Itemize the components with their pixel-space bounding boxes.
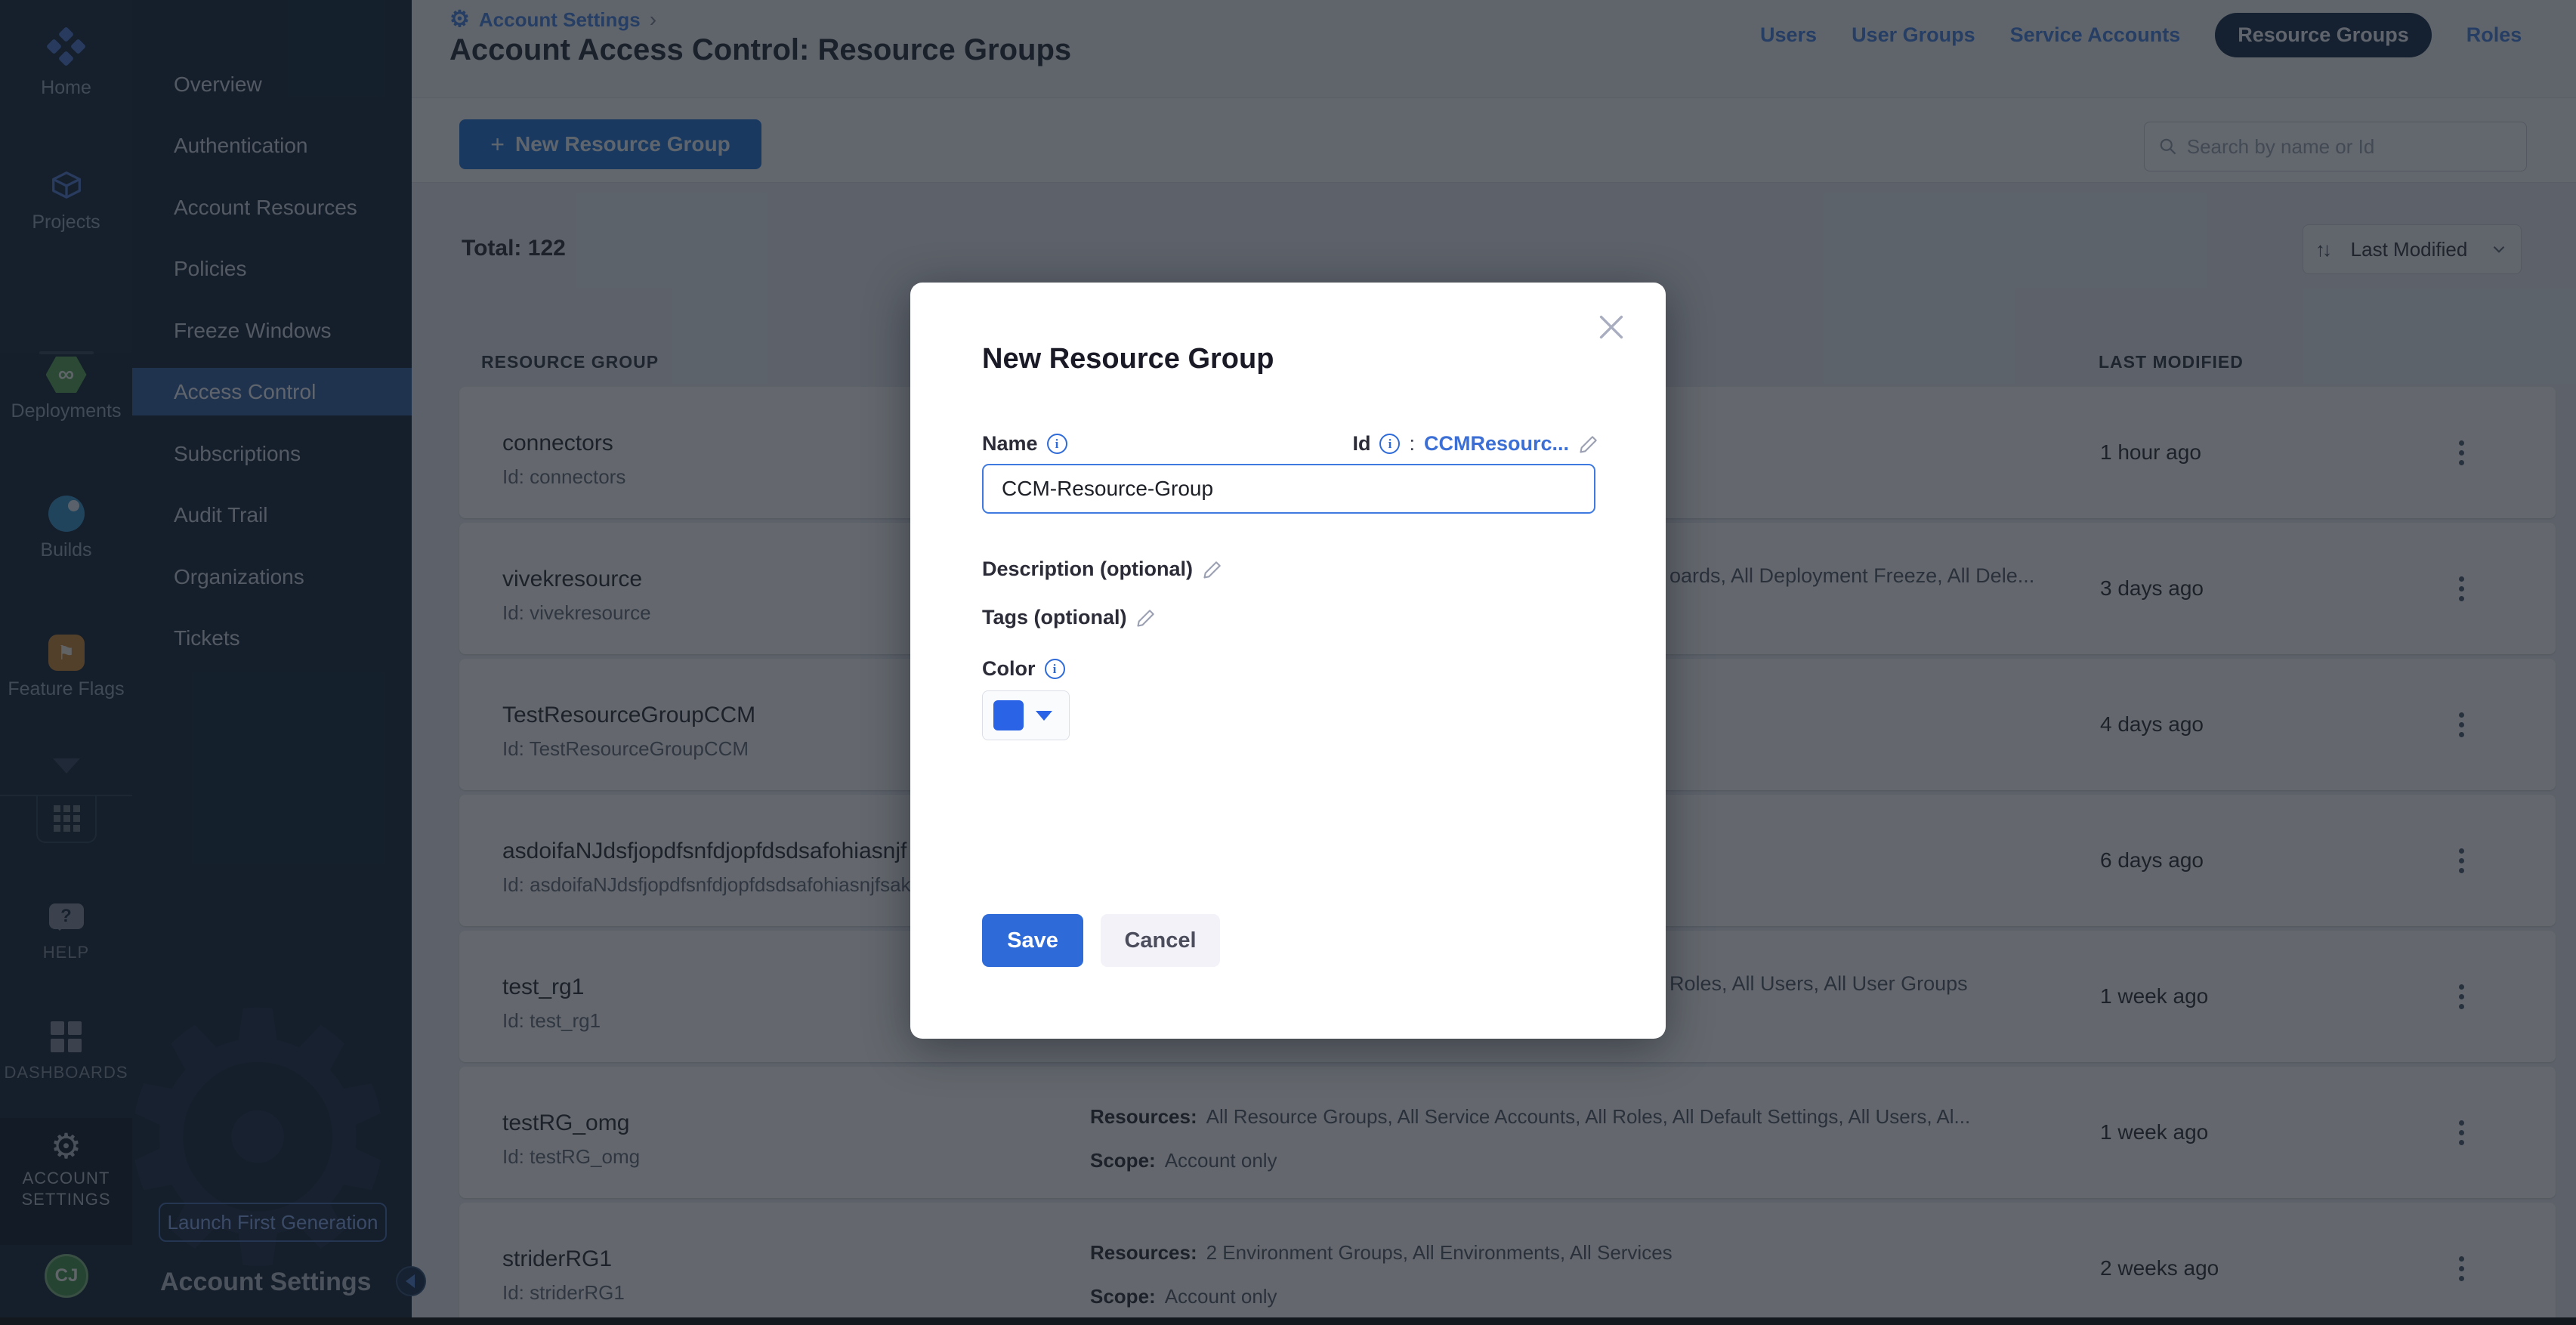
color-swatch <box>993 700 1024 730</box>
save-button[interactable]: Save <box>982 914 1083 967</box>
info-icon[interactable]: i <box>1379 434 1400 454</box>
id-label: Id <box>1352 432 1370 456</box>
cancel-button[interactable]: Cancel <box>1101 914 1220 967</box>
color-field-label-row: Color i <box>982 657 1065 681</box>
info-icon[interactable]: i <box>1047 434 1067 454</box>
id-separator: : <box>1409 432 1415 456</box>
description-field-row[interactable]: Description (optional) <box>982 557 1223 581</box>
screen: ⚙ Account Settings › Account Access Cont… <box>0 0 2576 1325</box>
edit-id-pencil-icon[interactable] <box>1578 434 1599 455</box>
modal-title: New Resource Group <box>982 343 1274 375</box>
name-field-label-row: Name i <box>982 432 1067 456</box>
tags-label: Tags (optional) <box>982 606 1126 629</box>
name-label: Name <box>982 432 1038 456</box>
description-label: Description (optional) <box>982 557 1193 581</box>
name-input[interactable] <box>982 464 1595 514</box>
color-picker-dropdown[interactable] <box>982 690 1070 740</box>
id-value-link[interactable]: CCMResourc... <box>1424 432 1569 456</box>
edit-description-pencil-icon[interactable] <box>1202 559 1223 580</box>
tags-field-row[interactable]: Tags (optional) <box>982 606 1157 629</box>
color-label: Color <box>982 657 1036 681</box>
info-icon[interactable]: i <box>1045 659 1065 679</box>
id-field-row: Id i : CCMResourc... <box>1352 432 1599 456</box>
edit-tags-pencil-icon[interactable] <box>1135 607 1157 629</box>
close-icon[interactable] <box>1594 310 1629 344</box>
new-resource-group-modal: New Resource Group Name i Id i : CCMReso… <box>910 283 1666 1039</box>
caret-down-icon <box>1036 711 1052 721</box>
